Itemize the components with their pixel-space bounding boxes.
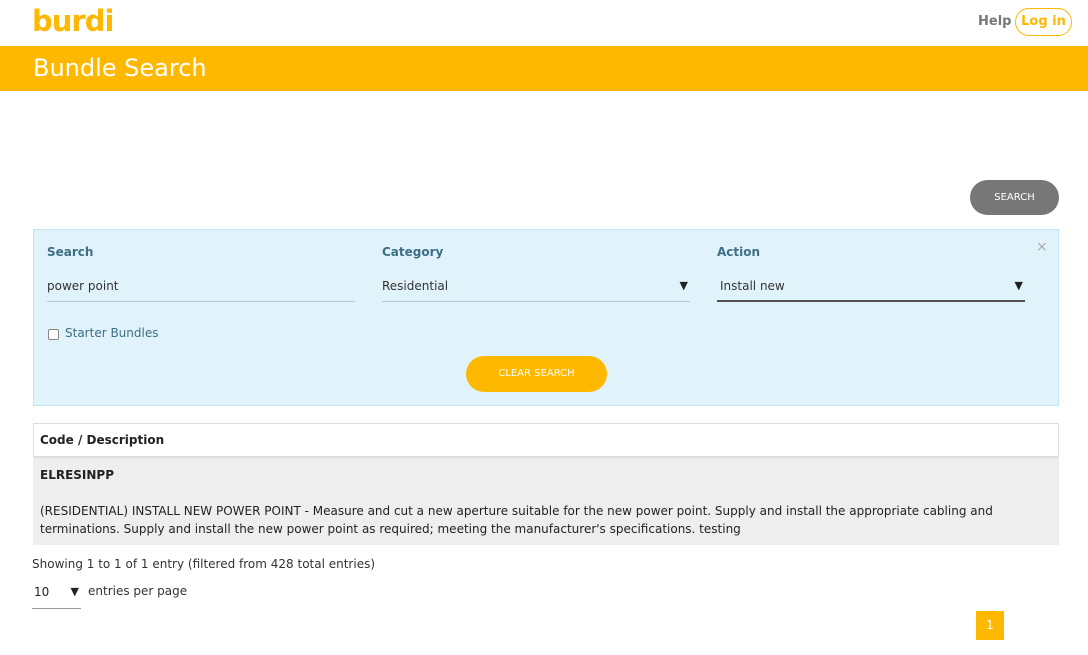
- category-label: Category: [382, 245, 444, 259]
- category-select[interactable]: Residential ▼: [382, 271, 690, 302]
- search-filter-panel: × Search power point Category Residentia…: [33, 229, 1059, 406]
- table-row[interactable]: ELRESINPP (RESIDENTIAL) INSTALL NEW POWE…: [33, 458, 1059, 545]
- page-size-value: 10: [34, 585, 50, 599]
- action-select[interactable]: Install new ▼: [717, 271, 1025, 302]
- chevron-down-icon: ▼: [70, 585, 79, 598]
- pagination-page-1[interactable]: 1: [976, 611, 1004, 640]
- login-button[interactable]: Log in: [1015, 8, 1072, 36]
- bundle-code: ELRESINPP: [40, 468, 115, 482]
- top-navbar: burdi Help Log in: [0, 0, 1088, 46]
- results-info: Showing 1 to 1 of 1 entry (filtered from…: [32, 557, 376, 571]
- starter-bundles-label[interactable]: Starter Bundles: [65, 326, 158, 340]
- action-selected-value: Install new: [720, 279, 785, 293]
- page-title: Bundle Search: [33, 54, 207, 82]
- chevron-down-icon: ▼: [679, 279, 688, 292]
- burdi-logo[interactable]: burdi: [32, 4, 114, 38]
- action-label: Action: [717, 245, 761, 259]
- search-toggle-button[interactable]: SEARCH: [970, 180, 1059, 215]
- per-page-label: entries per page: [88, 584, 188, 598]
- results-table: Code / Description ELRESINPP (RESIDENTIA…: [33, 423, 1059, 545]
- close-icon[interactable]: ×: [1036, 238, 1048, 256]
- clear-search-button[interactable]: CLEAR SEARCH: [466, 356, 607, 392]
- help-link[interactable]: Help: [978, 14, 1011, 29]
- bundle-description: (RESIDENTIAL) INSTALL NEW POWER POINT - …: [40, 504, 993, 536]
- page-banner: Bundle Search: [0, 46, 1088, 91]
- search-input[interactable]: power point: [47, 271, 355, 302]
- column-header-code-description[interactable]: Code / Description: [40, 433, 164, 447]
- starter-bundles-checkbox[interactable]: [48, 329, 59, 340]
- category-selected-value: Residential: [382, 279, 449, 293]
- table-header[interactable]: Code / Description: [33, 423, 1059, 458]
- chevron-down-icon: ▼: [1014, 279, 1023, 292]
- page-size-select[interactable]: 10 ▼: [32, 582, 81, 609]
- search-label: Search: [47, 245, 94, 259]
